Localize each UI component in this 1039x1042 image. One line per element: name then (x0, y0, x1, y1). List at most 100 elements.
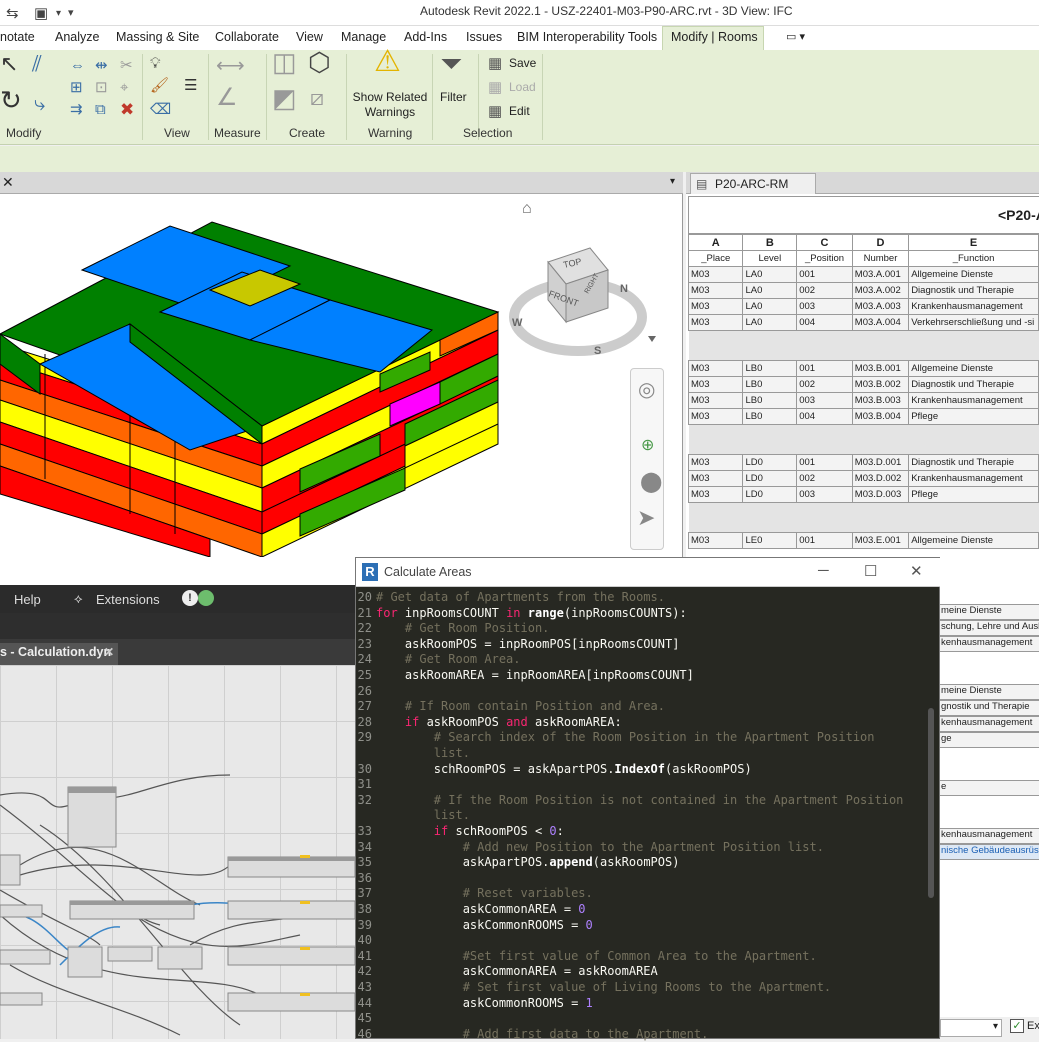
minimize-icon[interactable]: ─ (818, 562, 829, 579)
schedule-cell-partial[interactable]: meine Dienste (940, 684, 1039, 700)
code-line[interactable]: askCommonAREA = askRoomAREA (376, 964, 658, 978)
schedule-cell[interactable]: M03 (687, 360, 744, 377)
delete-icon[interactable]: ✖ (120, 101, 134, 118)
maximize-icon[interactable]: ☐ (864, 562, 877, 580)
field-header[interactable]: _Function (908, 250, 1039, 267)
code-line[interactable]: # If Room contain Position and Area. (376, 699, 665, 713)
schedule-cell[interactable]: 001 (796, 266, 853, 283)
mirror-icon[interactable]: ⇹ (95, 58, 108, 74)
code-line[interactable]: # Reset variables. (376, 886, 593, 900)
schedule-row[interactable]: M03 LD0 001 M03.D.001 Diagnostik und Therapi… (687, 454, 1039, 471)
close-tab-icon[interactable]: ✕ (104, 645, 114, 659)
schedule-cell[interactable]: 002 (796, 376, 853, 393)
schedule-cell[interactable]: M03 (687, 282, 744, 299)
schedule-cell[interactable]: LA0 (742, 314, 798, 331)
filter-icon[interactable]: ⏷ (440, 50, 462, 78)
schedule-view[interactable]: ▤ P20-ARC-RM <P20-A A B C D E _Place Lev… (686, 172, 1039, 572)
load-selection-icon[interactable]: ▦ (488, 80, 502, 96)
tab-annotate[interactable]: notate (0, 30, 35, 44)
code-line[interactable]: if askRoomPOS and askRoomAREA: (376, 715, 622, 729)
schedule-cell[interactable]: M03.A.002 (851, 282, 910, 299)
workset-dropdown[interactable]: ▾ (940, 1019, 1002, 1037)
eraser-icon[interactable]: ⌫ (150, 102, 171, 118)
schedule-cell[interactable]: LB0 (742, 408, 798, 425)
edit-button[interactable]: Edit (509, 104, 530, 118)
align-icon[interactable]: ⫽ (32, 53, 42, 75)
walk-icon[interactable]: ➤ (637, 505, 655, 531)
schedule-row[interactable]: M03 LA0 004 M03.A.004 Verkehrserschließung u… (687, 314, 1039, 331)
schedule-cell[interactable]: 003 (796, 486, 853, 503)
schedule-cell-partial[interactable]: gnostik und Therapie (940, 700, 1039, 716)
schedule-cell[interactable]: 001 (796, 532, 853, 549)
schedule-cell[interactable]: Allgemeine Dienste (908, 532, 1039, 549)
schedule-cell[interactable]: 004 (796, 408, 853, 425)
schedule-cell[interactable]: M03 (687, 266, 744, 283)
code-line[interactable]: askRoomAREA = inpRoomAREA[inpRoomsCOUNT] (376, 668, 694, 682)
tab-issues[interactable]: Issues (466, 30, 502, 44)
file-tab[interactable]: s - Calculation.dyn ✕ (0, 643, 118, 665)
schedule-cell[interactable]: M03.A.004 (851, 314, 910, 331)
schedule-cell[interactable]: Diagnostik und Therapie (908, 376, 1039, 393)
schedule-row[interactable]: M03 LB0 004 M03.B.004 Pflege (687, 408, 1039, 425)
schedule-cell[interactable]: M03.A.001 (851, 266, 910, 283)
schedule-cell[interactable]: M03 (687, 532, 744, 549)
schedule-cell[interactable]: Verkehrserschließung und -si (908, 314, 1039, 331)
code-line[interactable]: # Set first value of Living Rooms to the… (376, 980, 831, 994)
column-header[interactable]: D (851, 234, 910, 251)
create-group-icon[interactable]: ⬡ (308, 49, 331, 75)
show-related-warnings-button[interactable]: Show Related Warnings (352, 90, 428, 120)
notification-icon[interactable]: ! (182, 590, 198, 606)
field-header[interactable]: Number (851, 250, 910, 267)
schedule-cell[interactable]: M03.B.004 (851, 408, 910, 425)
schedule-cell-partial[interactable]: meine Dienste (940, 604, 1039, 620)
field-header[interactable]: _Place (687, 250, 744, 267)
schedule-cell-partial[interactable]: nische Gebäudeausrüst (940, 844, 1039, 860)
schedule-tab[interactable]: ▤ P20-ARC-RM (690, 173, 816, 194)
field-header[interactable]: Level (742, 250, 798, 267)
code-line[interactable]: #Set first value of Common Area to the A… (376, 949, 817, 963)
schedule-cell[interactable]: M03 (687, 392, 744, 409)
schedule-cell[interactable]: 002 (796, 282, 853, 299)
field-header[interactable]: _Position (796, 250, 853, 267)
code-line[interactable]: # Get Room Position. (376, 621, 550, 635)
schedule-cell[interactable]: Krankenhausmanagement (908, 298, 1039, 315)
schedule-cell[interactable]: 003 (796, 298, 853, 315)
schedule-cell[interactable]: LA0 (742, 266, 798, 283)
column-header[interactable]: E (908, 234, 1039, 251)
exclude-checkbox[interactable]: ✓ (1010, 1019, 1024, 1033)
panel-toggle-icon[interactable]: ▭ ▾ (786, 30, 805, 43)
pin-icon[interactable]: ⌖ (120, 80, 128, 96)
schedule-cell-partial[interactable]: schung, Lehre und Ausbild (940, 620, 1039, 636)
schedule-cell[interactable]: M03.D.002 (851, 470, 910, 487)
dynamo-canvas[interactable] (0, 665, 356, 1039)
code-line[interactable]: # Get Room Area. (376, 652, 521, 666)
cursor-icon[interactable]: ↖ (0, 53, 18, 75)
move-icon[interactable]: ⇉ (70, 102, 83, 118)
schedule-cell[interactable]: 001 (796, 454, 853, 471)
schedule-cell[interactable]: 002 (796, 470, 853, 487)
schedule-row[interactable]: M03 LB0 002 M03.B.002 Diagnostik und Therapi… (687, 376, 1039, 393)
schedule-cell[interactable]: M03.D.001 (851, 454, 910, 471)
schedule-cell[interactable]: M03.B.003 (851, 392, 910, 409)
schedule-cell[interactable]: Diagnostik und Therapie (908, 454, 1039, 471)
code-line[interactable]: schRoomPOS = askApartPOS.IndexOf(askRoom… (376, 762, 752, 776)
tab-view[interactable]: View (296, 30, 323, 44)
steering-wheel-icon[interactable]: ◎ (638, 377, 655, 402)
code-line[interactable]: # If the Room Position is not contained … (376, 793, 904, 807)
schedule-cell[interactable]: LD0 (742, 454, 798, 471)
editor-scrollbar[interactable] (928, 708, 934, 898)
schedule-cell[interactable]: Pflege (908, 408, 1039, 425)
tab-manage[interactable]: Manage (341, 30, 386, 44)
copy-icon[interactable]: ⧉ (95, 102, 106, 118)
code-line[interactable]: list. (376, 808, 470, 822)
code-line[interactable]: askCommonROOMS = 0 (376, 918, 593, 932)
schedule-row[interactable]: M03 LA0 001 M03.A.001 Allgemeine Dienste (687, 266, 1039, 283)
schedule-cell[interactable]: Diagnostik und Therapie (908, 282, 1039, 299)
schedule-cell[interactable]: Krankenhausmanagement (908, 470, 1039, 487)
schedule-cell-partial[interactable]: kenhausmanagement (940, 636, 1039, 652)
schedule-cell[interactable]: 001 (796, 360, 853, 377)
rotate-icon[interactable]: ↻ (0, 87, 22, 113)
schedule-cell[interactable]: 003 (796, 392, 853, 409)
view-dropdown-icon[interactable]: ▾ (670, 176, 675, 187)
trim-icon[interactable]: ⤷ (34, 94, 45, 114)
